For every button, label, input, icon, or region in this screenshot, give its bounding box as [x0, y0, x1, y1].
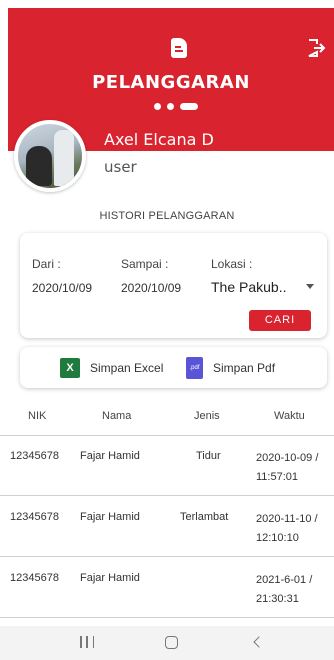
user-role: user: [104, 158, 137, 176]
sampai-label: Sampai :: [121, 257, 169, 271]
chevron-down-icon[interactable]: [306, 284, 314, 289]
save-excel-button[interactable]: X Simpan Excel: [60, 356, 163, 380]
cell-nama: Fajar Hamid: [80, 572, 140, 584]
user-name: Axel Elcana D: [104, 130, 214, 149]
column-header-nama: Nama: [102, 410, 132, 422]
save-pdf-button[interactable]: .pdf Simpan Pdf: [186, 356, 275, 380]
app-screen: PELANGGARAN Axel Elcana D user HISTORI P…: [0, 0, 334, 660]
save-excel-label: Simpan Excel: [90, 361, 164, 375]
lokasi-label: Lokasi :: [211, 257, 253, 271]
home-icon[interactable]: [165, 636, 178, 649]
cell-jenis: Terlambat: [180, 511, 229, 523]
table-header: NIK Nama Jenis Waktu: [0, 398, 334, 436]
table-row[interactable]: 12345678 Fajar Hamid Terlambat 2020-11-1…: [0, 497, 334, 557]
page-title: PELANGGARAN: [92, 72, 250, 93]
save-pdf-label: Simpan Pdf: [213, 361, 276, 375]
table-row[interactable]: 12345678 Fajar Hamid 2021-6-01 / 21:30:3…: [0, 558, 334, 618]
system-nav-bar: [0, 626, 334, 660]
dari-label: Dari :: [32, 257, 61, 271]
page-indicator: [154, 102, 198, 110]
cell-nama: Fajar Hamid: [80, 450, 140, 462]
page-dot[interactable]: [167, 102, 174, 110]
pdf-icon: .pdf: [186, 357, 203, 379]
cell-waktu: 2021-6-01 / 21:30:31: [256, 574, 313, 605]
cell-nik: 12345678: [10, 511, 59, 523]
dari-date-field[interactable]: 2020/10/09: [32, 281, 92, 295]
cell-nik: 12345678: [10, 572, 59, 584]
cell-waktu: 2020-11-10 / 12:10:10: [256, 513, 318, 544]
sampai-date-field[interactable]: 2020/10/09: [121, 281, 181, 295]
column-header-nik: NIK: [28, 410, 47, 422]
export-card: X Simpan Excel .pdf Simpan Pdf: [20, 347, 327, 388]
excel-icon: X: [60, 358, 80, 378]
column-header-jenis: Jenis: [194, 410, 220, 422]
cell-nik: 12345678: [10, 450, 59, 462]
cari-button[interactable]: CARI: [249, 310, 311, 331]
page-dot[interactable]: [154, 102, 161, 110]
cell-jenis: Tidur: [196, 450, 221, 462]
lokasi-select[interactable]: The Pakub..: [211, 279, 287, 295]
recent-apps-icon[interactable]: [80, 636, 94, 648]
avatar[interactable]: [14, 120, 86, 192]
cell-nama: Fajar Hamid: [80, 511, 140, 523]
column-header-waktu: Waktu: [274, 410, 305, 422]
page-dot-active[interactable]: [180, 102, 198, 110]
filter-card: Dari : 2020/10/09 Sampai : 2020/10/09 Lo…: [20, 233, 327, 338]
document-icon: [171, 38, 187, 58]
cell-waktu: 2020-10-09 / 11:57:01: [256, 452, 319, 483]
logout-icon[interactable]: [306, 38, 326, 58]
section-title: HISTORI PELANGGARAN: [99, 210, 235, 222]
back-icon[interactable]: [253, 636, 265, 648]
table-row[interactable]: 12345678 Fajar Hamid Tidur 2020-10-09 / …: [0, 436, 334, 496]
